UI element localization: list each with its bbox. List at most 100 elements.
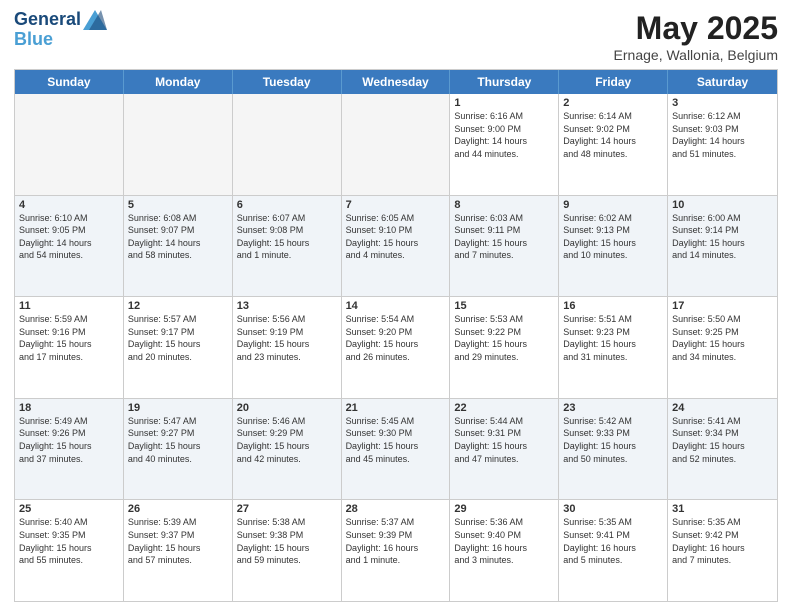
logo-icon <box>83 10 107 30</box>
calendar-cell-1: 1Sunrise: 6:16 AM Sunset: 9:00 PM Daylig… <box>450 94 559 195</box>
calendar-row-0: 1Sunrise: 6:16 AM Sunset: 9:00 PM Daylig… <box>15 94 777 195</box>
calendar-cell-9: 9Sunrise: 6:02 AM Sunset: 9:13 PM Daylig… <box>559 196 668 297</box>
cell-info: Sunrise: 5:54 AM Sunset: 9:20 PM Dayligh… <box>346 313 446 363</box>
cell-date-number: 19 <box>128 402 228 414</box>
logo-text-line1: General <box>14 10 81 30</box>
calendar-cell-22: 22Sunrise: 5:44 AM Sunset: 9:31 PM Dayli… <box>450 399 559 500</box>
calendar-row-1: 4Sunrise: 6:10 AM Sunset: 9:05 PM Daylig… <box>15 195 777 297</box>
month-title: May 2025 <box>614 10 778 47</box>
day-header-saturday: Saturday <box>668 70 777 94</box>
cell-date-number: 2 <box>563 97 663 109</box>
cell-date-number: 16 <box>563 300 663 312</box>
cell-info: Sunrise: 5:39 AM Sunset: 9:37 PM Dayligh… <box>128 516 228 566</box>
calendar-cell-30: 30Sunrise: 5:35 AM Sunset: 9:41 PM Dayli… <box>559 500 668 601</box>
calendar-cell-29: 29Sunrise: 5:36 AM Sunset: 9:40 PM Dayli… <box>450 500 559 601</box>
calendar-cell-6: 6Sunrise: 6:07 AM Sunset: 9:08 PM Daylig… <box>233 196 342 297</box>
cell-date-number: 12 <box>128 300 228 312</box>
calendar-row-2: 11Sunrise: 5:59 AM Sunset: 9:16 PM Dayli… <box>15 296 777 398</box>
cell-info: Sunrise: 6:12 AM Sunset: 9:03 PM Dayligh… <box>672 110 773 160</box>
cell-date-number: 26 <box>128 503 228 515</box>
calendar-cell-20: 20Sunrise: 5:46 AM Sunset: 9:29 PM Dayli… <box>233 399 342 500</box>
cell-date-number: 25 <box>19 503 119 515</box>
calendar-cell-13: 13Sunrise: 5:56 AM Sunset: 9:19 PM Dayli… <box>233 297 342 398</box>
calendar: SundayMondayTuesdayWednesdayThursdayFrid… <box>14 69 778 602</box>
day-header-thursday: Thursday <box>450 70 559 94</box>
cell-date-number: 28 <box>346 503 446 515</box>
header: General Blue May 2025 Ernage, Wallonia, … <box>14 10 778 63</box>
logo: General Blue <box>14 10 107 50</box>
cell-info: Sunrise: 6:00 AM Sunset: 9:14 PM Dayligh… <box>672 212 773 262</box>
cell-date-number: 9 <box>563 199 663 211</box>
calendar-cell-28: 28Sunrise: 5:37 AM Sunset: 9:39 PM Dayli… <box>342 500 451 601</box>
calendar-cell-19: 19Sunrise: 5:47 AM Sunset: 9:27 PM Dayli… <box>124 399 233 500</box>
calendar-cell-2: 2Sunrise: 6:14 AM Sunset: 9:02 PM Daylig… <box>559 94 668 195</box>
cell-info: Sunrise: 5:45 AM Sunset: 9:30 PM Dayligh… <box>346 415 446 465</box>
cell-info: Sunrise: 5:37 AM Sunset: 9:39 PM Dayligh… <box>346 516 446 566</box>
cell-info: Sunrise: 5:59 AM Sunset: 9:16 PM Dayligh… <box>19 313 119 363</box>
cell-date-number: 10 <box>672 199 773 211</box>
cell-date-number: 24 <box>672 402 773 414</box>
day-header-monday: Monday <box>124 70 233 94</box>
cell-date-number: 27 <box>237 503 337 515</box>
calendar-cell-18: 18Sunrise: 5:49 AM Sunset: 9:26 PM Dayli… <box>15 399 124 500</box>
day-header-wednesday: Wednesday <box>342 70 451 94</box>
cell-info: Sunrise: 6:05 AM Sunset: 9:10 PM Dayligh… <box>346 212 446 262</box>
cell-date-number: 18 <box>19 402 119 414</box>
calendar-cell-8: 8Sunrise: 6:03 AM Sunset: 9:11 PM Daylig… <box>450 196 559 297</box>
cell-info: Sunrise: 5:38 AM Sunset: 9:38 PM Dayligh… <box>237 516 337 566</box>
calendar-cell-23: 23Sunrise: 5:42 AM Sunset: 9:33 PM Dayli… <box>559 399 668 500</box>
day-header-friday: Friday <box>559 70 668 94</box>
day-header-tuesday: Tuesday <box>233 70 342 94</box>
calendar-cell-17: 17Sunrise: 5:50 AM Sunset: 9:25 PM Dayli… <box>668 297 777 398</box>
cell-date-number: 29 <box>454 503 554 515</box>
cell-info: Sunrise: 5:41 AM Sunset: 9:34 PM Dayligh… <box>672 415 773 465</box>
cell-date-number: 13 <box>237 300 337 312</box>
cell-date-number: 30 <box>563 503 663 515</box>
cell-info: Sunrise: 5:56 AM Sunset: 9:19 PM Dayligh… <box>237 313 337 363</box>
calendar-cell-16: 16Sunrise: 5:51 AM Sunset: 9:23 PM Dayli… <box>559 297 668 398</box>
logo-text-line2: Blue <box>14 30 107 50</box>
calendar-row-3: 18Sunrise: 5:49 AM Sunset: 9:26 PM Dayli… <box>15 398 777 500</box>
cell-info: Sunrise: 6:10 AM Sunset: 9:05 PM Dayligh… <box>19 212 119 262</box>
calendar-cell-25: 25Sunrise: 5:40 AM Sunset: 9:35 PM Dayli… <box>15 500 124 601</box>
calendar-cell-5: 5Sunrise: 6:08 AM Sunset: 9:07 PM Daylig… <box>124 196 233 297</box>
cell-date-number: 4 <box>19 199 119 211</box>
cell-info: Sunrise: 5:51 AM Sunset: 9:23 PM Dayligh… <box>563 313 663 363</box>
empty-cell <box>15 94 124 195</box>
cell-date-number: 20 <box>237 402 337 414</box>
calendar-cell-31: 31Sunrise: 5:35 AM Sunset: 9:42 PM Dayli… <box>668 500 777 601</box>
calendar-cell-12: 12Sunrise: 5:57 AM Sunset: 9:17 PM Dayli… <box>124 297 233 398</box>
cell-info: Sunrise: 6:08 AM Sunset: 9:07 PM Dayligh… <box>128 212 228 262</box>
cell-date-number: 11 <box>19 300 119 312</box>
cell-info: Sunrise: 6:03 AM Sunset: 9:11 PM Dayligh… <box>454 212 554 262</box>
cell-date-number: 22 <box>454 402 554 414</box>
calendar-row-4: 25Sunrise: 5:40 AM Sunset: 9:35 PM Dayli… <box>15 499 777 601</box>
cell-date-number: 23 <box>563 402 663 414</box>
empty-cell <box>342 94 451 195</box>
calendar-cell-11: 11Sunrise: 5:59 AM Sunset: 9:16 PM Dayli… <box>15 297 124 398</box>
calendar-body: 1Sunrise: 6:16 AM Sunset: 9:00 PM Daylig… <box>15 94 777 601</box>
cell-info: Sunrise: 5:36 AM Sunset: 9:40 PM Dayligh… <box>454 516 554 566</box>
calendar-cell-15: 15Sunrise: 5:53 AM Sunset: 9:22 PM Dayli… <box>450 297 559 398</box>
calendar-cell-21: 21Sunrise: 5:45 AM Sunset: 9:30 PM Dayli… <box>342 399 451 500</box>
cell-date-number: 6 <box>237 199 337 211</box>
cell-date-number: 21 <box>346 402 446 414</box>
calendar-cell-7: 7Sunrise: 6:05 AM Sunset: 9:10 PM Daylig… <box>342 196 451 297</box>
cell-date-number: 17 <box>672 300 773 312</box>
cell-date-number: 7 <box>346 199 446 211</box>
calendar-cell-26: 26Sunrise: 5:39 AM Sunset: 9:37 PM Dayli… <box>124 500 233 601</box>
cell-info: Sunrise: 5:47 AM Sunset: 9:27 PM Dayligh… <box>128 415 228 465</box>
day-header-sunday: Sunday <box>15 70 124 94</box>
empty-cell <box>124 94 233 195</box>
cell-info: Sunrise: 6:02 AM Sunset: 9:13 PM Dayligh… <box>563 212 663 262</box>
cell-date-number: 14 <box>346 300 446 312</box>
calendar-cell-3: 3Sunrise: 6:12 AM Sunset: 9:03 PM Daylig… <box>668 94 777 195</box>
cell-date-number: 3 <box>672 97 773 109</box>
cell-info: Sunrise: 5:44 AM Sunset: 9:31 PM Dayligh… <box>454 415 554 465</box>
cell-info: Sunrise: 5:53 AM Sunset: 9:22 PM Dayligh… <box>454 313 554 363</box>
calendar-cell-14: 14Sunrise: 5:54 AM Sunset: 9:20 PM Dayli… <box>342 297 451 398</box>
calendar-cell-27: 27Sunrise: 5:38 AM Sunset: 9:38 PM Dayli… <box>233 500 342 601</box>
cell-info: Sunrise: 5:46 AM Sunset: 9:29 PM Dayligh… <box>237 415 337 465</box>
cell-date-number: 8 <box>454 199 554 211</box>
empty-cell <box>233 94 342 195</box>
